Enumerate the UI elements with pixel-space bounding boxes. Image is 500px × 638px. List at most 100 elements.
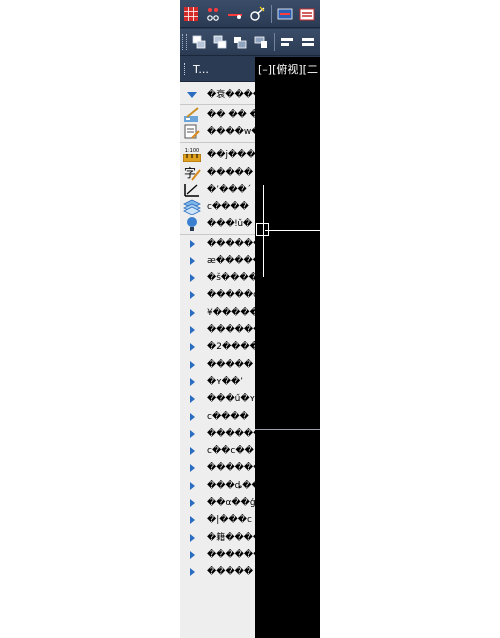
- sheet-icon: [299, 8, 315, 20]
- collapsed-section-row[interactable]: c����: [180, 408, 255, 425]
- collapsed-section-row[interactable]: �������: [180, 425, 255, 442]
- expand-right-icon[interactable]: [183, 460, 201, 476]
- snap-points-icon: [207, 7, 219, 21]
- section-label: �������: [207, 325, 255, 335]
- expand-right-icon[interactable]: [183, 253, 201, 269]
- tool-palette-title-bar[interactable]: T...: [180, 57, 255, 82]
- collapsed-section-row[interactable]: �|���c: [180, 512, 255, 529]
- expand-right-icon[interactable]: [183, 287, 201, 303]
- bring-to-front-button[interactable]: [191, 33, 208, 51]
- section-label: �������: [207, 428, 255, 439]
- expand-right-icon[interactable]: [183, 236, 201, 252]
- expand-right-icon[interactable]: [183, 409, 201, 425]
- expand-right-icon[interactable]: [183, 426, 201, 442]
- panel-divider: [180, 142, 255, 143]
- grid-icon: [184, 6, 198, 21]
- expand-right-icon[interactable]: [183, 270, 201, 286]
- section-label: �������: [207, 549, 255, 560]
- section-label: �|���c: [207, 515, 252, 526]
- palette-title: T...: [193, 62, 209, 76]
- tool-label: c����: [207, 201, 249, 212]
- collapsed-section-row[interactable]: �����ˊ: [180, 564, 255, 581]
- drawing-viewport[interactable]: [–][俯视][二: [255, 57, 320, 638]
- section-header-label: �衰����: [207, 89, 255, 100]
- sheet-tool-button[interactable]: [298, 5, 316, 23]
- collapsed-section-row[interactable]: �������: [180, 460, 255, 477]
- text-order-icon: [281, 38, 294, 46]
- tool-label: �����ˊ: [207, 167, 255, 178]
- expand-right-icon[interactable]: [183, 478, 201, 494]
- tool-row[interactable]: c����: [180, 198, 255, 215]
- expand-down-icon[interactable]: [183, 87, 201, 103]
- collapsed-section-row[interactable]: �2�����: [180, 339, 255, 356]
- viewport-label[interactable]: [–][俯视][二: [258, 61, 318, 77]
- collapsed-section-row[interactable]: ���ȡ���: [180, 477, 255, 494]
- expand-right-icon[interactable]: [183, 391, 201, 407]
- expand-right-icon[interactable]: [183, 564, 201, 580]
- tool-label: �� �� ��: [207, 109, 255, 120]
- collapsed-section-row[interactable]: ¥������: [180, 304, 255, 321]
- insert-block-button[interactable]: [276, 5, 294, 23]
- collapsed-section-row[interactable]: �š�����: [180, 270, 255, 287]
- section-label: �2�����: [207, 342, 255, 353]
- bring-above-button[interactable]: [232, 33, 249, 51]
- toolbar-separator: [273, 33, 275, 51]
- collapsed-section-row[interactable]: �����: [180, 356, 255, 373]
- panel-section-header[interactable]: �衰����: [180, 86, 255, 103]
- text-order-button[interactable]: [279, 33, 296, 51]
- section-label: c��c��: [207, 446, 254, 457]
- expand-right-icon[interactable]: [183, 339, 201, 355]
- send-under-button[interactable]: [252, 33, 269, 51]
- collapsed-section-row[interactable]: �������: [180, 235, 255, 252]
- collapsed-section-row[interactable]: c��c��: [180, 443, 255, 460]
- brush-icon: [183, 106, 201, 123]
- toolbar-grip[interactable]: [182, 34, 187, 50]
- collapsed-section-row[interactable]: ��α��ǵ: [180, 495, 255, 512]
- expand-right-icon[interactable]: [183, 357, 201, 373]
- collapsed-section-row[interactable]: �籍����: [180, 529, 255, 546]
- expand-right-icon[interactable]: [183, 322, 201, 338]
- expand-right-icon[interactable]: [183, 443, 201, 459]
- expand-right-icon[interactable]: [183, 512, 201, 528]
- collapsed-section-row[interactable]: �������: [180, 546, 255, 563]
- tool-row[interactable]: 1:100 ��j����: [180, 146, 255, 164]
- tool-label: �ʼ���ˊ: [207, 184, 252, 195]
- section-label: ���ȡ���: [207, 480, 255, 491]
- expand-right-icon[interactable]: [183, 495, 201, 511]
- expand-right-icon[interactable]: [183, 305, 201, 321]
- tool-row[interactable]: ���ǃǔ�: [180, 215, 255, 232]
- send-to-back-button[interactable]: [211, 33, 228, 51]
- dimension-order-icon: [301, 38, 314, 46]
- collapsed-section-row[interactable]: �����с�: [180, 287, 255, 304]
- expand-right-icon[interactable]: [183, 547, 201, 563]
- toolbar-separator: [271, 4, 272, 23]
- text-style-icon: 字: [183, 165, 201, 181]
- toolbar-top: [180, 0, 320, 28]
- collapsed-section-row[interactable]: æ������: [180, 252, 255, 269]
- section-label: �������: [207, 463, 255, 474]
- tool-row[interactable]: 字 �����ˊ: [180, 164, 255, 181]
- section-label: ¥������: [207, 307, 255, 318]
- expand-right-icon[interactable]: [183, 530, 201, 546]
- snap-points-button[interactable]: [204, 5, 222, 23]
- section-label: �š�����: [207, 273, 255, 284]
- tool-row[interactable]: �ʼ���ˊ: [180, 181, 255, 198]
- dimension-order-button[interactable]: [299, 33, 316, 51]
- section-label: æ������: [207, 255, 255, 266]
- object-snap-button[interactable]: [248, 5, 266, 23]
- palette-grip[interactable]: [184, 63, 187, 75]
- collapsed-section-row[interactable]: �ʏ��ʼ: [180, 373, 255, 390]
- section-label: �����: [207, 359, 254, 370]
- polar-tracking-button[interactable]: [226, 5, 244, 23]
- grid-tool-button[interactable]: [182, 5, 200, 23]
- collapsed-section-row[interactable]: �������: [180, 322, 255, 339]
- tool-row[interactable]: �� �� ��: [180, 106, 255, 123]
- tool-row[interactable]: ����w���: [180, 123, 255, 140]
- layers-icon: [183, 199, 201, 215]
- scale-icon: 1:100: [183, 147, 201, 163]
- collapsed-section-row[interactable]: ���ű�ʏ: [180, 391, 255, 408]
- section-label: c����: [207, 411, 249, 422]
- toolbar-draworder: [180, 29, 320, 56]
- expand-right-icon[interactable]: [183, 374, 201, 390]
- tool-label: ���ǃǔ�: [207, 218, 253, 229]
